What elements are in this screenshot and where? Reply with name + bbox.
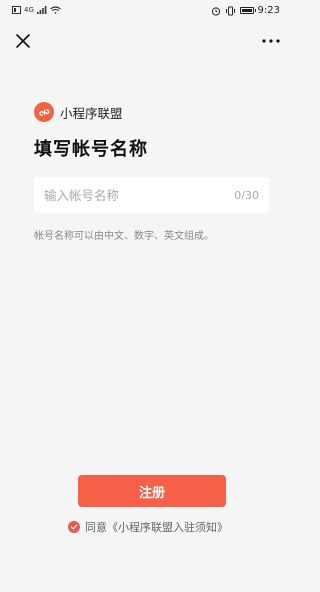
account-name-input[interactable] — [44, 187, 224, 203]
status-right: 9:23 — [211, 5, 280, 16]
hd-icon — [12, 6, 21, 14]
register-button[interactable]: 注册 — [78, 475, 226, 507]
char-counter: 0/30 — [234, 188, 259, 202]
vibrate-icon — [225, 6, 235, 15]
agreement-row[interactable]: 同意《小程序联盟入驻须知》 — [68, 519, 228, 535]
checkmark-icon[interactable] — [68, 521, 80, 533]
brand-header: 小程序联盟 — [34, 102, 123, 122]
status-left: 4G — [12, 6, 61, 14]
battery-icon — [239, 7, 256, 14]
network-label: 4G — [24, 6, 34, 14]
page-title: 填写帐号名称 — [34, 139, 148, 160]
more-icon[interactable] — [260, 34, 282, 48]
mini-program-logo-icon — [34, 102, 54, 122]
status-time: 9:23 — [257, 5, 280, 16]
brand-name: 小程序联盟 — [60, 105, 123, 121]
wifi-icon — [50, 6, 61, 14]
account-name-field[interactable]: 0/30 — [34, 177, 269, 213]
agreement-text[interactable]: 同意《小程序联盟入驻须知》 — [85, 519, 228, 535]
status-bar: 4G 9:23 — [0, 0, 292, 24]
signal-icon — [36, 6, 47, 14]
alarm-icon — [211, 6, 220, 16]
name-hint: 帐号名称可以由中文、数字、英文组成。 — [34, 231, 214, 242]
close-icon[interactable] — [14, 32, 32, 50]
